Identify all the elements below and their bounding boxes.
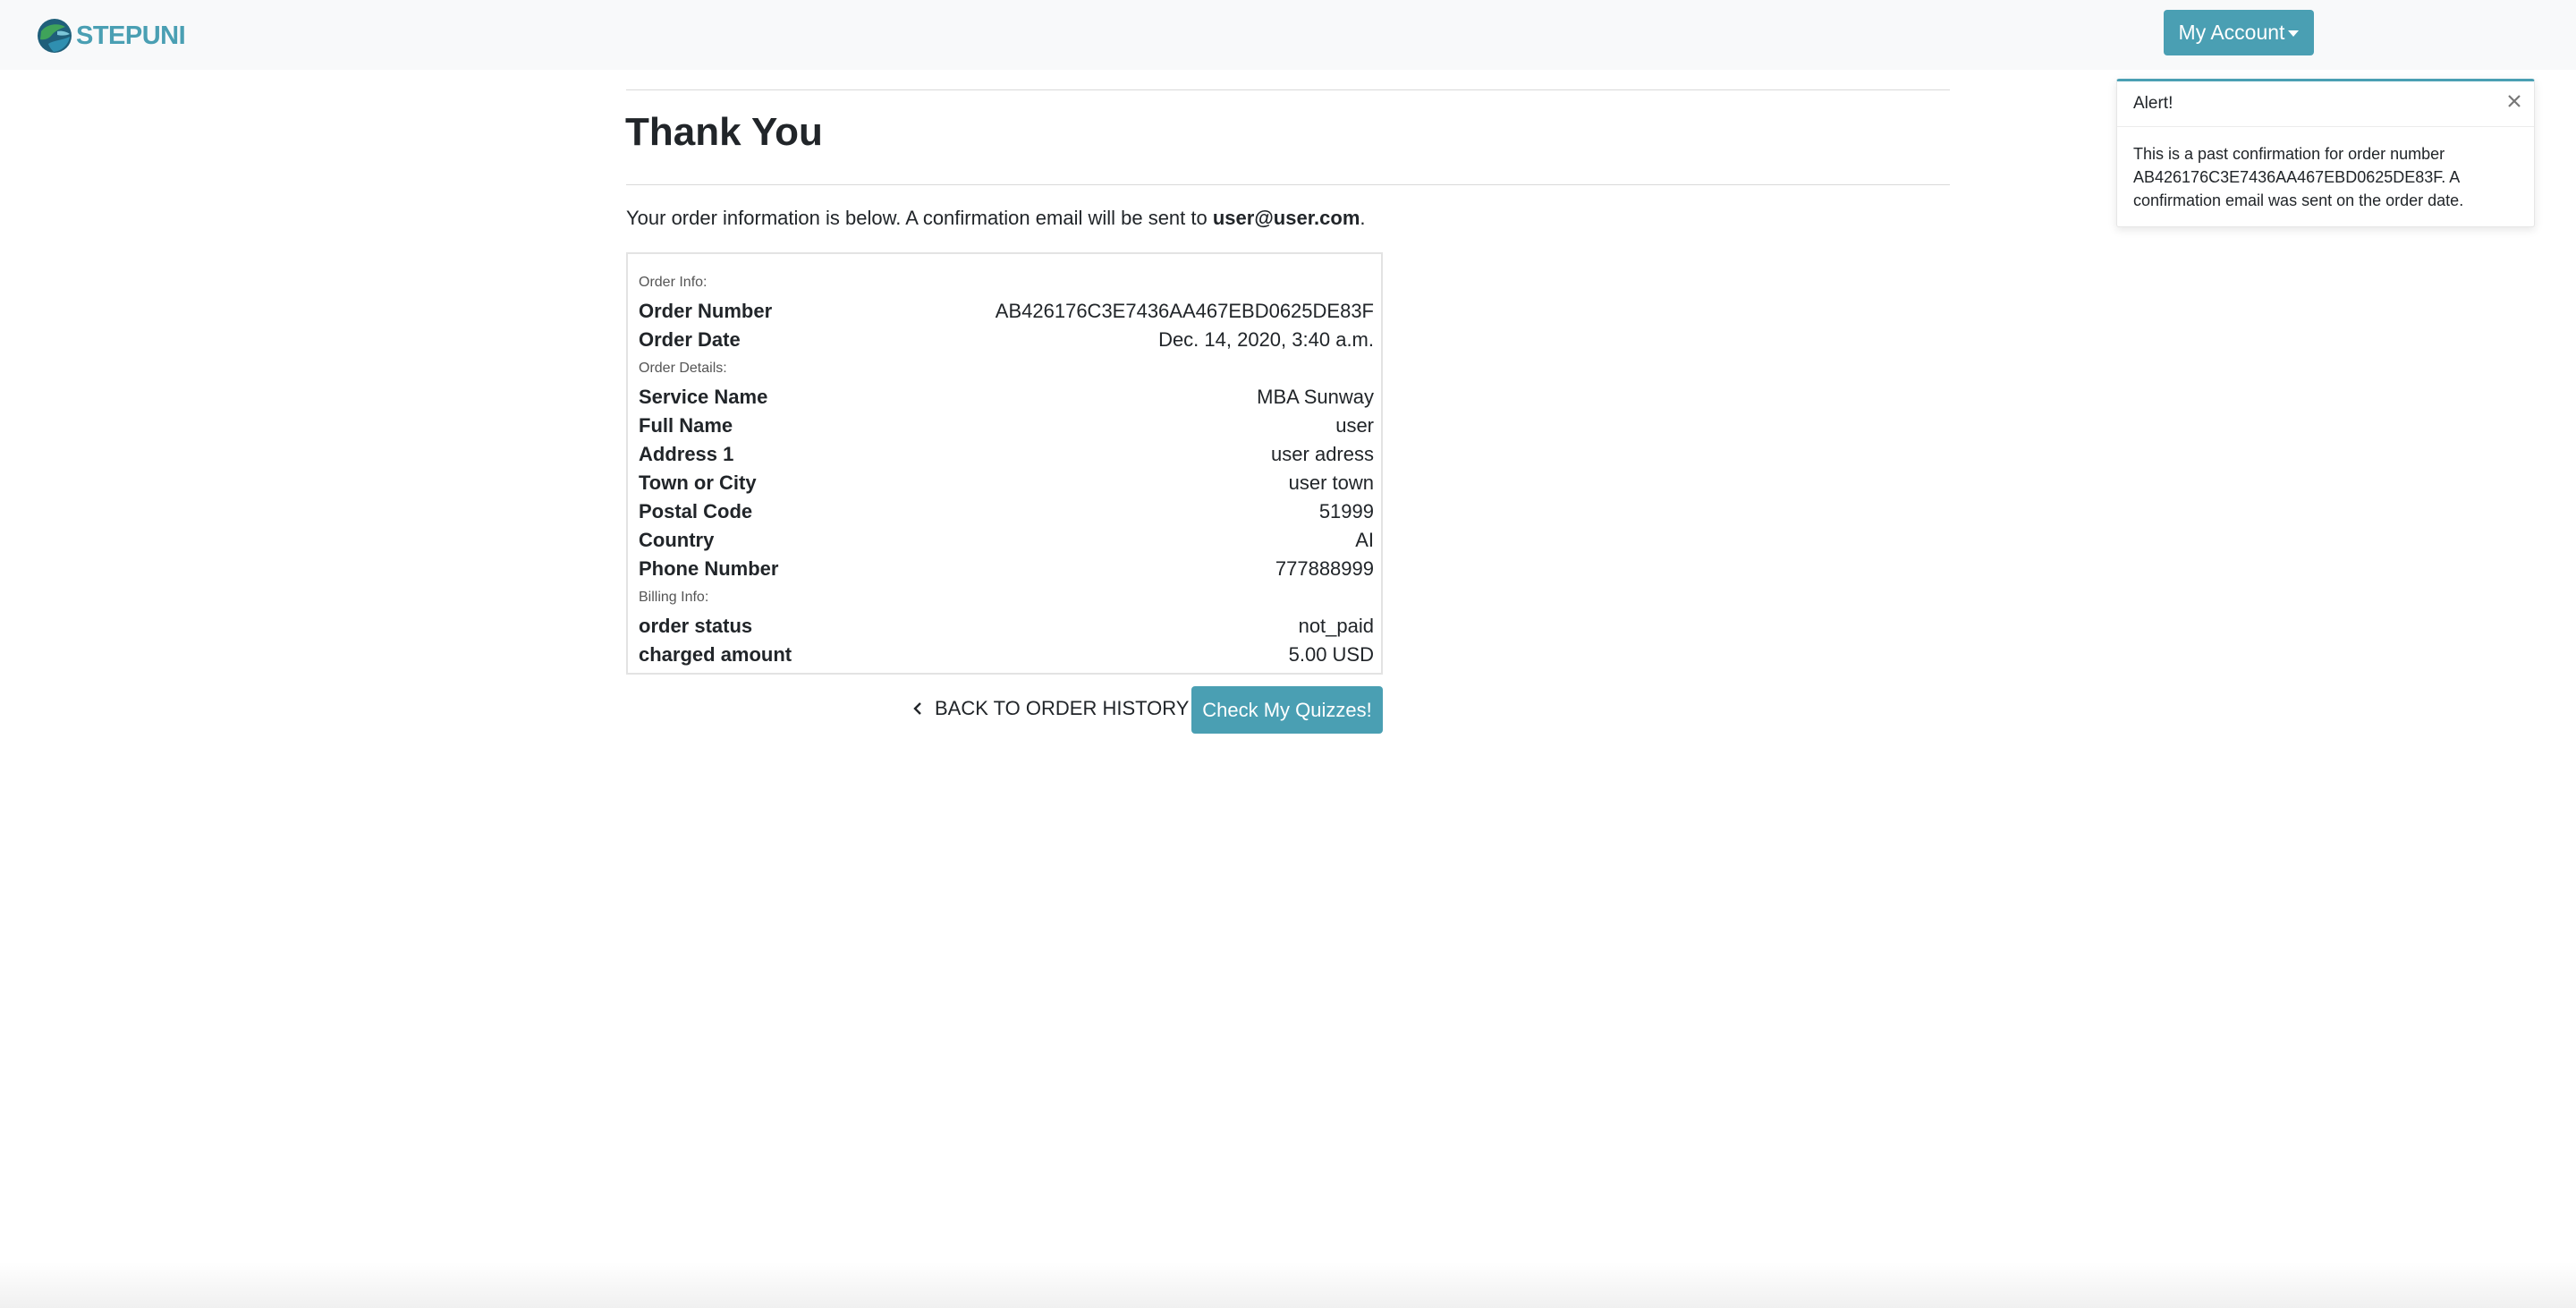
close-icon[interactable] (2505, 92, 2523, 110)
charged-amount-row: charged amount 5.00 USD (639, 641, 1374, 669)
row-label: Order Date (639, 328, 741, 351)
order-status-row: order status not_paid (639, 612, 1374, 641)
my-account-dropdown-button[interactable]: My Account (2164, 10, 2314, 55)
row-label: Order Number (639, 300, 773, 322)
row-label: charged amount (639, 643, 792, 666)
row-value: Dec. 14, 2020, 3:40 a.m. (1158, 328, 1374, 351)
address-1-row: Address 1 user adress (639, 440, 1374, 469)
order-info-label: Order Info: (639, 275, 708, 290)
row-value: 5.00 USD (1288, 643, 1374, 666)
row-label: order status (639, 615, 753, 637)
row-value: not_paid (1298, 615, 1374, 637)
order-summary-content: Order Info: Order Number AB426176C3E7436… (639, 268, 1374, 669)
intro-email: user@user.com (1212, 207, 1360, 229)
phone-number-row: Phone Number 777888999 (639, 555, 1374, 583)
title-divider (626, 184, 1950, 185)
navbar: STEPUNI My Account (0, 0, 2576, 70)
row-value: AI (1355, 529, 1374, 551)
brand-name: STEPUNI (76, 21, 186, 50)
row-label: Phone Number (639, 557, 779, 580)
row-label: Postal Code (639, 500, 753, 522)
town-or-city-row: Town or City user town (639, 469, 1374, 497)
alert-body: This is a past confirmation for order nu… (2133, 145, 2464, 209)
bottom-shadow (0, 1261, 2576, 1308)
alert-toast: Alert! This is a past confirmation for o… (2116, 79, 2535, 227)
chevron-left-icon (913, 702, 921, 715)
back-link-label: BACK TO ORDER HISTORY (935, 697, 1190, 719)
quiz-button-label: Check My Quizzes! (1202, 698, 1372, 721)
row-label: Town or City (639, 471, 757, 494)
row-value: 51999 (1318, 500, 1374, 522)
postal-code-row: Postal Code 51999 (639, 497, 1374, 526)
intro-suffix: . (1360, 207, 1366, 229)
order-number-row: Order Number AB426176C3E7436AA467EBD0625… (639, 297, 1374, 326)
top-divider (626, 89, 1950, 90)
full-name-row: Full Name user (639, 412, 1374, 440)
row-label: Country (639, 529, 715, 551)
order-summary-box: Order Info: Order Number AB426176C3E7436… (626, 252, 1383, 675)
row-label: Address 1 (639, 443, 734, 465)
row-value: MBA Sunway (1257, 386, 1374, 408)
order-details-label: Order Details: (639, 361, 727, 376)
row-value: user (1335, 414, 1374, 437)
row-value: 777888999 (1275, 557, 1374, 580)
check-my-quizzes-button[interactable]: Check My Quizzes! (1191, 686, 1383, 734)
row-value: user town (1288, 471, 1374, 494)
my-account-label: My Account (2178, 21, 2285, 44)
row-label: Full Name (639, 414, 733, 437)
alert-title: Alert! (2133, 94, 2174, 113)
brand-link[interactable]: STEPUNI (36, 16, 186, 55)
page-title: Thank You (625, 110, 823, 154)
intro-prefix: Your order information is below. A confi… (626, 207, 1213, 229)
intro-text: Your order information is below. A confi… (626, 205, 1366, 232)
alert-header: Alert! (2117, 81, 2534, 127)
caret-down-icon (2288, 30, 2300, 37)
country-row: Country AI (639, 526, 1374, 555)
back-to-order-history-link[interactable]: BACK TO ORDER HISTORY (913, 692, 1189, 725)
order-date-row: Order Date Dec. 14, 2020, 3:40 a.m. (639, 326, 1374, 354)
globe-logo-icon (38, 19, 72, 53)
row-label: Service Name (639, 386, 768, 408)
row-value: AB426176C3E7436AA467EBD0625DE83F (995, 300, 1374, 322)
billing-info-label: Billing Info: (639, 590, 709, 605)
row-value: user adress (1271, 443, 1374, 465)
service-name-row: Service Name MBA Sunway (639, 383, 1374, 412)
